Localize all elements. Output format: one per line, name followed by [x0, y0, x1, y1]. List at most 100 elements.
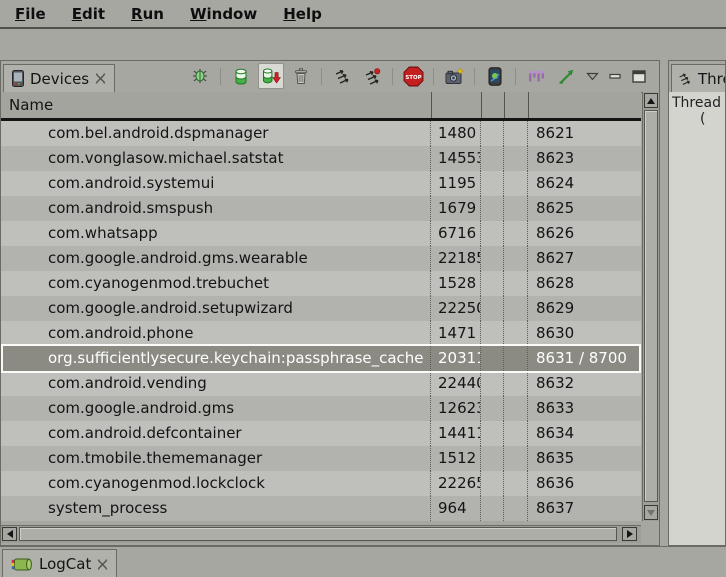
- status-cell[interactable]: [481, 346, 504, 371]
- status-cell[interactable]: [481, 271, 504, 296]
- horizontal-scroll-thumb[interactable]: [19, 527, 617, 541]
- menu-file[interactable]: File: [2, 3, 59, 25]
- process-name-cell[interactable]: com.whatsapp: [1, 221, 431, 246]
- process-name-cell[interactable]: com.google.android.gms.wearable: [1, 246, 431, 271]
- device-row[interactable]: com.android.phone 1471 8630: [1, 321, 641, 346]
- port-cell[interactable]: 8637: [528, 496, 641, 521]
- device-row[interactable]: com.cyanogenmod.trebuchet 1528 8628: [1, 271, 641, 296]
- minimize-icon[interactable]: [605, 63, 625, 89]
- pid-cell[interactable]: 1471: [431, 321, 481, 346]
- device-row[interactable]: com.google.android.gms 12623 8633: [1, 396, 641, 421]
- pid-cell[interactable]: 1528: [431, 271, 481, 296]
- status-cell-2[interactable]: [504, 296, 528, 321]
- status-cell[interactable]: [481, 446, 504, 471]
- device-row[interactable]: com.google.android.setupwizard 22250 862…: [1, 296, 641, 321]
- status-cell[interactable]: [481, 146, 504, 171]
- status-cell[interactable]: [481, 296, 504, 321]
- process-name-cell[interactable]: com.android.vending: [1, 371, 431, 396]
- process-name-cell[interactable]: system_process: [1, 496, 431, 521]
- process-name-cell[interactable]: com.bel.android.dspmanager: [1, 121, 431, 146]
- capture-systrace-icon[interactable]: [523, 63, 549, 89]
- maximize-icon[interactable]: [629, 63, 649, 89]
- menu-edit[interactable]: Edit: [59, 3, 118, 25]
- port-cell[interactable]: 8621: [528, 121, 641, 146]
- status-cell[interactable]: [481, 171, 504, 196]
- pid-cell[interactable]: 22185: [431, 246, 481, 271]
- process-name-cell[interactable]: com.android.defcontainer: [1, 421, 431, 446]
- process-name-cell[interactable]: com.tmobile.thememanager: [1, 446, 431, 471]
- scroll-left-button[interactable]: [2, 527, 17, 541]
- column-header-name[interactable]: Name: [9, 96, 53, 114]
- tab-devices[interactable]: Devices: [3, 64, 115, 93]
- device-row[interactable]: com.android.systemui 1195 8624: [1, 171, 641, 196]
- device-row[interactable]: com.vonglasow.michael.satstat 14553 8623: [1, 146, 641, 171]
- status-cell-2[interactable]: [504, 271, 528, 296]
- column-divider[interactable]: [504, 92, 505, 118]
- process-name-cell[interactable]: com.android.systemui: [1, 171, 431, 196]
- status-cell[interactable]: [481, 421, 504, 446]
- status-cell[interactable]: [481, 196, 504, 221]
- device-row[interactable]: com.tmobile.thememanager 1512 8635: [1, 446, 641, 471]
- device-row[interactable]: com.android.smspush 1679 8625: [1, 196, 641, 221]
- dump-view-hierarchy-icon[interactable]: [482, 63, 508, 89]
- pid-cell[interactable]: 22265: [431, 471, 481, 496]
- dump-hprof-icon[interactable]: [258, 63, 284, 89]
- start-method-profiling-icon[interactable]: [359, 63, 385, 89]
- process-name-cell[interactable]: com.google.android.gms: [1, 396, 431, 421]
- pid-cell[interactable]: 1679: [431, 196, 481, 221]
- column-divider[interactable]: [431, 92, 432, 118]
- column-divider[interactable]: [528, 92, 529, 118]
- horizontal-scrollbar[interactable]: [1, 525, 641, 543]
- port-cell[interactable]: 8635: [528, 446, 641, 471]
- scroll-right-button[interactable]: [622, 527, 637, 541]
- status-cell[interactable]: [481, 496, 504, 521]
- port-cell[interactable]: 8633: [528, 396, 641, 421]
- port-cell[interactable]: 8630: [528, 321, 641, 346]
- status-cell-2[interactable]: [504, 196, 528, 221]
- status-cell-2[interactable]: [504, 446, 528, 471]
- update-threads-icon[interactable]: [329, 63, 355, 89]
- device-row[interactable]: com.google.android.gms.wearable 22185 86…: [1, 246, 641, 271]
- scroll-down-button[interactable]: [644, 505, 658, 520]
- status-cell-2[interactable]: [504, 421, 528, 446]
- vertical-scroll-thumb[interactable]: [644, 110, 658, 502]
- device-row[interactable]: system_process 964 8637: [1, 496, 641, 521]
- port-cell[interactable]: 8625: [528, 196, 641, 221]
- status-cell-2[interactable]: [504, 346, 528, 371]
- column-divider[interactable]: [481, 92, 482, 118]
- port-cell[interactable]: 8634: [528, 421, 641, 446]
- process-name-cell[interactable]: com.google.android.setupwizard: [1, 296, 431, 321]
- status-cell[interactable]: [481, 371, 504, 396]
- port-cell[interactable]: 8628: [528, 271, 641, 296]
- menu-help[interactable]: Help: [270, 3, 335, 25]
- status-cell-2[interactable]: [504, 471, 528, 496]
- screen-capture-icon[interactable]: [441, 63, 467, 89]
- port-cell[interactable]: 8623: [528, 146, 641, 171]
- pid-cell[interactable]: 964: [431, 496, 481, 521]
- close-icon[interactable]: [95, 73, 106, 84]
- port-cell[interactable]: 8627: [528, 246, 641, 271]
- process-name-cell[interactable]: com.cyanogenmod.trebuchet: [1, 271, 431, 296]
- pid-cell[interactable]: 20311: [431, 346, 481, 371]
- menu-window[interactable]: Window: [177, 3, 270, 25]
- process-name-cell[interactable]: com.vonglasow.michael.satstat: [1, 146, 431, 171]
- status-cell[interactable]: [481, 221, 504, 246]
- tab-threads[interactable]: Threads: [671, 64, 726, 93]
- process-name-cell[interactable]: com.android.smspush: [1, 196, 431, 221]
- status-cell-2[interactable]: [504, 146, 528, 171]
- pid-cell[interactable]: 22250: [431, 296, 481, 321]
- port-cell[interactable]: 8632: [528, 371, 641, 396]
- scroll-up-button[interactable]: [644, 93, 658, 108]
- status-cell-2[interactable]: [504, 496, 528, 521]
- port-cell[interactable]: 8629: [528, 296, 641, 321]
- start-opengl-trace-icon[interactable]: [553, 63, 579, 89]
- process-name-cell[interactable]: com.cyanogenmod.lockclock: [1, 471, 431, 496]
- process-name-cell[interactable]: org.sufficientlysecure.keychain:passphra…: [1, 346, 431, 371]
- cause-gc-trash-icon[interactable]: [288, 63, 314, 89]
- tab-logcat[interactable]: LogCat: [2, 549, 117, 577]
- pid-cell[interactable]: 6716: [431, 221, 481, 246]
- view-menu-icon[interactable]: [583, 63, 601, 89]
- status-cell-2[interactable]: [504, 221, 528, 246]
- debug-process-icon[interactable]: [187, 63, 213, 89]
- status-cell[interactable]: [481, 321, 504, 346]
